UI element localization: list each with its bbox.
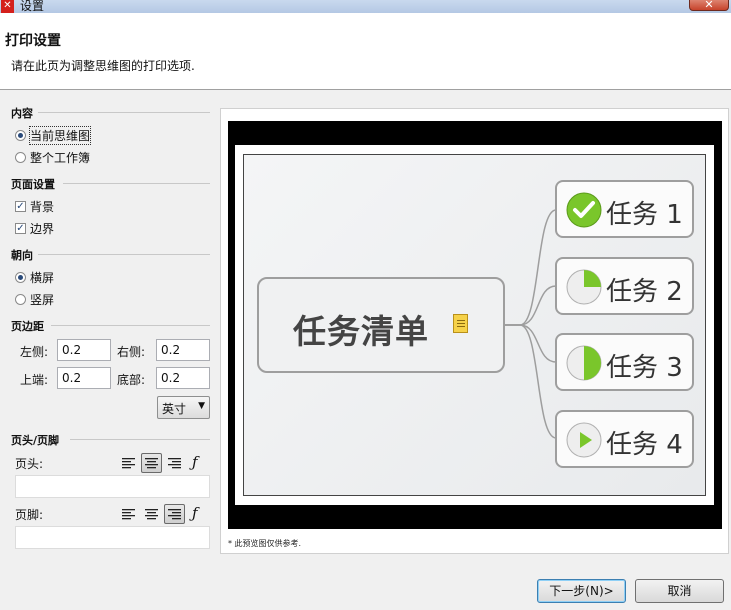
page-subtitle: 请在此页为调整思维图的打印选项. — [11, 59, 195, 73]
radio-label: 当前思维图 — [28, 126, 92, 145]
margin-left-label: 左侧: — [20, 345, 49, 359]
close-button[interactable]: ✕ — [689, 0, 729, 11]
radio-label: 整个工作簿 — [30, 151, 91, 165]
unit-dropdown[interactable]: 英寸 ▼ — [157, 396, 210, 419]
task-node: 任务 3 — [555, 333, 694, 391]
footer-input[interactable] — [15, 526, 210, 549]
margin-right-input[interactable]: 0.2 — [156, 339, 210, 361]
radio-indicator[interactable] — [15, 294, 26, 305]
task-label: 任务 1 — [606, 200, 683, 230]
section-divider — [70, 439, 210, 440]
radio-landscape[interactable]: 横屏 — [15, 269, 54, 286]
align-center-icon — [145, 508, 158, 519]
section-divider — [38, 112, 210, 113]
header-input[interactable] — [15, 475, 210, 498]
play-icon — [566, 422, 602, 458]
task-label: 任务 2 — [606, 277, 683, 307]
next-button[interactable]: 下一步(N)> — [537, 579, 626, 603]
align-right-icon — [168, 457, 181, 468]
note-icon — [453, 314, 468, 333]
header-align-left-button[interactable] — [118, 453, 139, 473]
align-left-icon — [122, 508, 135, 519]
header-footer-section-label: 页头/页脚 — [11, 434, 60, 447]
section-divider — [63, 183, 210, 184]
radio-indicator[interactable] — [15, 130, 26, 141]
check-icon[interactable]: ✓ — [15, 201, 26, 212]
margins-section-label: 页边距 — [11, 320, 44, 333]
cancel-button[interactable]: 取消 — [635, 579, 724, 603]
chevron-down-icon: ▼ — [198, 401, 205, 411]
footer-align-left-button[interactable] — [118, 504, 139, 524]
radio-label: 横屏 — [30, 271, 55, 285]
checkbox-label: 边界 — [30, 222, 55, 236]
pie-quarter-icon — [566, 269, 602, 305]
title-bar: ✕ 设置 ✕ — [0, 0, 731, 13]
section-divider — [38, 254, 210, 255]
page-title: 打印设置 — [5, 33, 61, 49]
task-label: 任务 4 — [606, 430, 683, 460]
section-divider — [51, 325, 210, 326]
checkbox-background[interactable]: ✓ 背景 — [15, 198, 54, 215]
checkbox-border[interactable]: ✓ 边界 — [15, 220, 54, 237]
app-icon: ✕ — [1, 0, 14, 13]
radio-current-map[interactable]: 当前思维图 — [15, 126, 92, 145]
wizard-header: 打印设置 请在此页为调整思维图的打印选项. — [0, 13, 731, 90]
page-setup-section-label: 页面设置 — [11, 178, 55, 191]
header-label: 页头: — [15, 457, 44, 471]
task-node: 任务 4 — [555, 410, 694, 468]
task-node: 任务 2 — [555, 257, 694, 315]
margin-top-label: 上端: — [20, 373, 49, 387]
central-topic-text: 任务清单 — [293, 312, 429, 351]
footer-label: 页脚: — [15, 508, 44, 522]
radio-portrait[interactable]: 竖屏 — [15, 291, 54, 308]
task-node: 任务 1 — [555, 180, 694, 238]
window-title: 设置 — [20, 0, 45, 13]
radio-indicator[interactable] — [15, 152, 26, 163]
footer-align-right-button[interactable] — [164, 504, 185, 524]
pie-half-icon — [566, 345, 602, 381]
radio-whole-workbook[interactable]: 整个工作簿 — [15, 149, 90, 166]
header-align-center-button[interactable] — [141, 453, 162, 473]
margin-bottom-input[interactable]: 0.2 — [156, 367, 210, 389]
align-left-icon — [122, 457, 135, 468]
margin-top-input[interactable]: 0.2 — [57, 367, 111, 389]
header-function-icon[interactable]: ƒ — [192, 453, 198, 471]
unit-value: 英寸 — [162, 402, 187, 416]
align-center-icon — [145, 457, 158, 468]
radio-indicator[interactable] — [15, 272, 26, 283]
footer-function-icon[interactable]: ƒ — [192, 504, 198, 522]
margin-right-label: 右侧: — [117, 345, 146, 359]
margin-bottom-label: 底部: — [117, 373, 146, 387]
check-icon[interactable]: ✓ — [15, 223, 26, 234]
radio-label: 竖屏 — [30, 293, 55, 307]
content-section-label: 内容 — [11, 107, 33, 120]
footer-align-center-button[interactable] — [141, 504, 162, 524]
orientation-section-label: 朝向 — [11, 249, 33, 262]
task-label: 任务 3 — [606, 353, 683, 383]
check-icon — [566, 192, 602, 228]
align-right-icon — [168, 508, 181, 519]
margin-left-input[interactable]: 0.2 — [57, 339, 111, 361]
preview-note: * 此预览图仅供参考. — [228, 539, 302, 548]
checkbox-label: 背景 — [30, 200, 55, 214]
header-align-right-button[interactable] — [164, 453, 185, 473]
central-topic: 任务清单 — [257, 277, 505, 373]
